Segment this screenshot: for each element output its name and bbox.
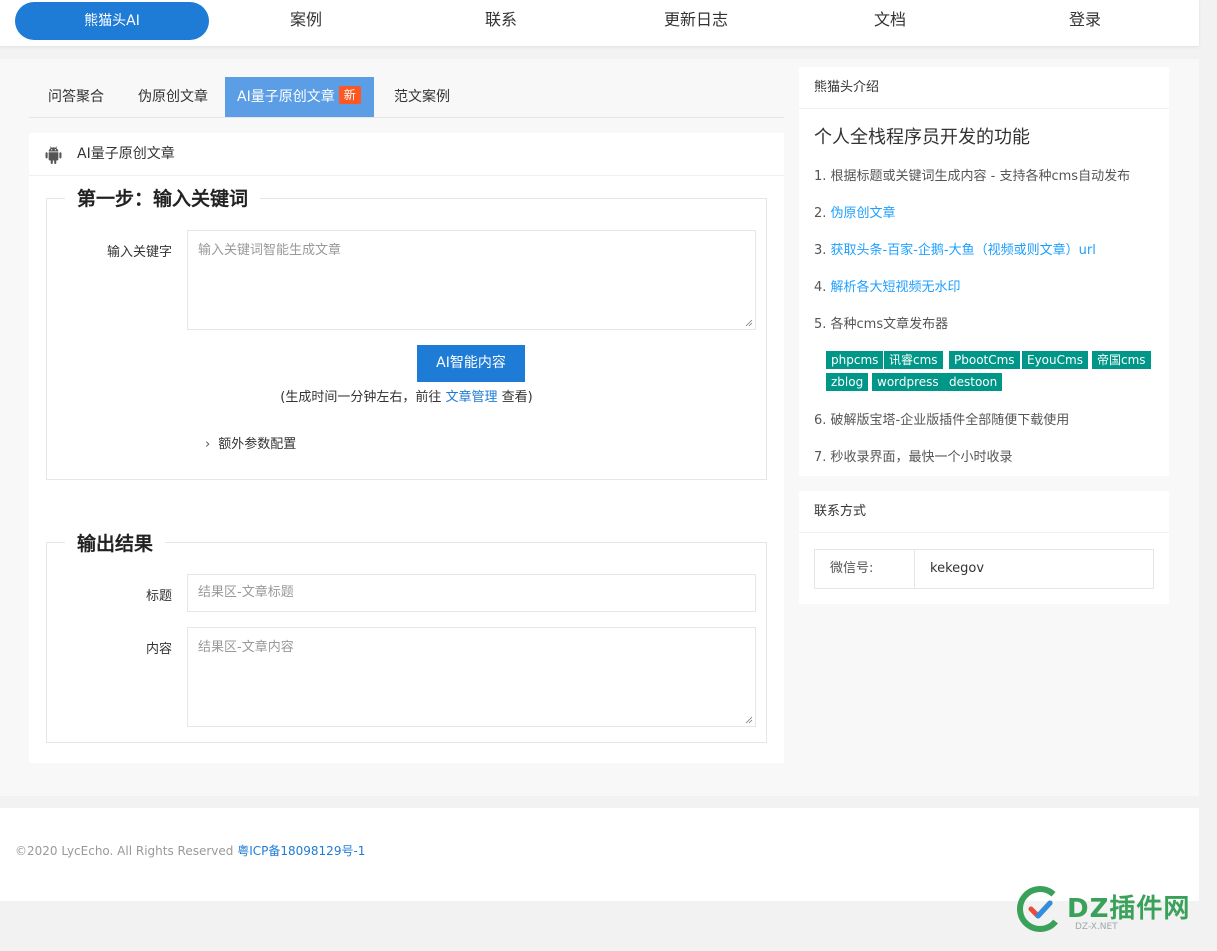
article-manage-link[interactable]: 文章管理	[445, 390, 497, 405]
tab-ai-quantum[interactable]: AI量子原创文章新	[225, 77, 374, 117]
chevron-right-icon: ›	[205, 437, 211, 452]
nav-item-cases[interactable]: 案例	[246, 0, 366, 40]
contact-card: 联系方式 微信号: kekegov	[799, 491, 1169, 604]
top-nav: 熊猫头AI 案例 联系 更新日志 文档 登录	[0, 0, 1199, 46]
nav-item-changelog[interactable]: 更新日志	[636, 0, 756, 40]
ai-generate-button[interactable]: AI智能内容	[417, 345, 525, 382]
android-icon	[45, 146, 62, 164]
step1-legend: 第一步：输入关键词	[65, 184, 261, 211]
dz-logo-icon	[1017, 886, 1063, 932]
keyword-textarea[interactable]: 输入关键词智能生成文章	[187, 230, 756, 330]
new-badge: 新	[338, 86, 361, 104]
hint-prefix: (生成时间一分钟左右，前往	[280, 390, 446, 405]
tab-ai-quantum-label: AI量子原创文章	[237, 89, 335, 105]
dz-watermark: DZ插件网 DZ-X.NET	[1015, 884, 1205, 938]
nav-item-docs[interactable]: 文档	[830, 0, 950, 40]
contact-header: 联系方式	[799, 491, 1169, 533]
card-header: AI量子原创文章	[29, 133, 784, 176]
feature-num: 3.	[814, 243, 831, 258]
icp-link[interactable]: 粤ICP备18098129号-1	[237, 844, 365, 858]
tag-cms: EyouCms	[1022, 351, 1088, 369]
tag-cms: wordpress	[872, 373, 944, 391]
tab-pseudo-original[interactable]: 伪原创文章	[138, 77, 208, 117]
content-label: 内容	[145, 642, 172, 657]
tab-sample-articles[interactable]: 范文案例	[394, 77, 450, 117]
feature-item-2: 2. 伪原创文章	[814, 202, 896, 221]
feature-item-4: 4. 解析各大短视频无水印	[814, 276, 961, 295]
wechat-key: 微信号:	[815, 550, 915, 588]
nav-item-login[interactable]: 登录	[1025, 0, 1145, 40]
generate-hint: (生成时间一分钟左右，前往 文章管理 查看)	[29, 386, 784, 405]
watermark-sub: DZ-X.NET	[1075, 922, 1118, 932]
tag-cms: zblog	[826, 373, 869, 391]
tag-cms: destoon	[944, 373, 1003, 391]
feature-item-6: 6. 破解版宝塔-企业版插件全部随便下载使用	[814, 413, 1070, 428]
tab-bar: 问答聚合 伪原创文章 AI量子原创文章新 范文案例	[29, 77, 784, 118]
extra-params-label: 额外参数配置	[218, 437, 297, 452]
keyword-placeholder: 输入关键词智能生成文章	[198, 243, 342, 258]
tab-qa-aggregate[interactable]: 问答聚合	[48, 77, 104, 117]
intro-card: 熊猫头介绍 个人全栈程序员开发的功能 1. 根据标题或关键词生成内容 - 支持各…	[799, 67, 1169, 476]
footer-text: ©2020 LycEcho. All Rights Reserved 粤ICP备…	[15, 842, 365, 859]
nav-item-contact[interactable]: 联系	[441, 0, 561, 40]
result-content-textarea[interactable]: 结果区-文章内容	[187, 627, 756, 727]
title-label: 标题	[145, 589, 172, 604]
resize-grip-icon[interactable]	[745, 716, 753, 724]
output-legend: 输出结果	[65, 529, 166, 556]
result-title-input[interactable]: 结果区-文章标题	[187, 574, 756, 612]
result-title-placeholder: 结果区-文章标题	[198, 585, 294, 600]
keyword-label: 输入关键字	[106, 245, 172, 260]
nav-brand-button[interactable]: 熊猫头AI	[15, 2, 209, 40]
watermark-text: DZ插件网	[1067, 894, 1191, 924]
feature-num: 2.	[814, 206, 831, 221]
feature-item-3: 3. 获取头条-百家-企鹅-大鱼（视频或则文章）url	[814, 239, 1096, 258]
intro-title: 个人全栈程序员开发的功能	[814, 127, 1030, 148]
intro-header: 熊猫头介绍	[799, 67, 1169, 109]
video-parse-link[interactable]: 解析各大短视频无水印	[831, 280, 961, 295]
hint-suffix: 查看)	[497, 390, 533, 405]
result-content-placeholder: 结果区-文章内容	[198, 640, 294, 655]
resize-grip-icon[interactable]	[745, 319, 753, 327]
feature-item-1: 1. 根据标题或关键词生成内容 - 支持各种cms自动发布	[814, 169, 1131, 184]
card-title: AI量子原创文章	[77, 146, 175, 162]
feature-item-5: 5. 各种cms文章发布器	[814, 317, 949, 332]
copyright: ©2020 LycEcho. All Rights Reserved	[15, 844, 238, 858]
feature-item-7: 7. 秒收录界面，最快一个小时收录	[814, 450, 1013, 465]
extra-params-toggle[interactable]: › 额外参数配置	[205, 433, 296, 452]
contact-table: 微信号: kekegov	[814, 549, 1154, 589]
wechat-value: kekegov	[930, 561, 985, 576]
tag-cms: PbootCms	[949, 351, 1020, 369]
feature-num: 4.	[814, 280, 831, 295]
tag-cms: 帝国cms	[1092, 351, 1151, 369]
fetch-url-link[interactable]: 获取头条-百家-企鹅-大鱼（视频或则文章）url	[831, 243, 1096, 258]
tag-cms: phpcms	[826, 351, 884, 369]
pseudo-original-link[interactable]: 伪原创文章	[831, 206, 896, 221]
tag-cms: 讯睿cms	[884, 351, 943, 369]
